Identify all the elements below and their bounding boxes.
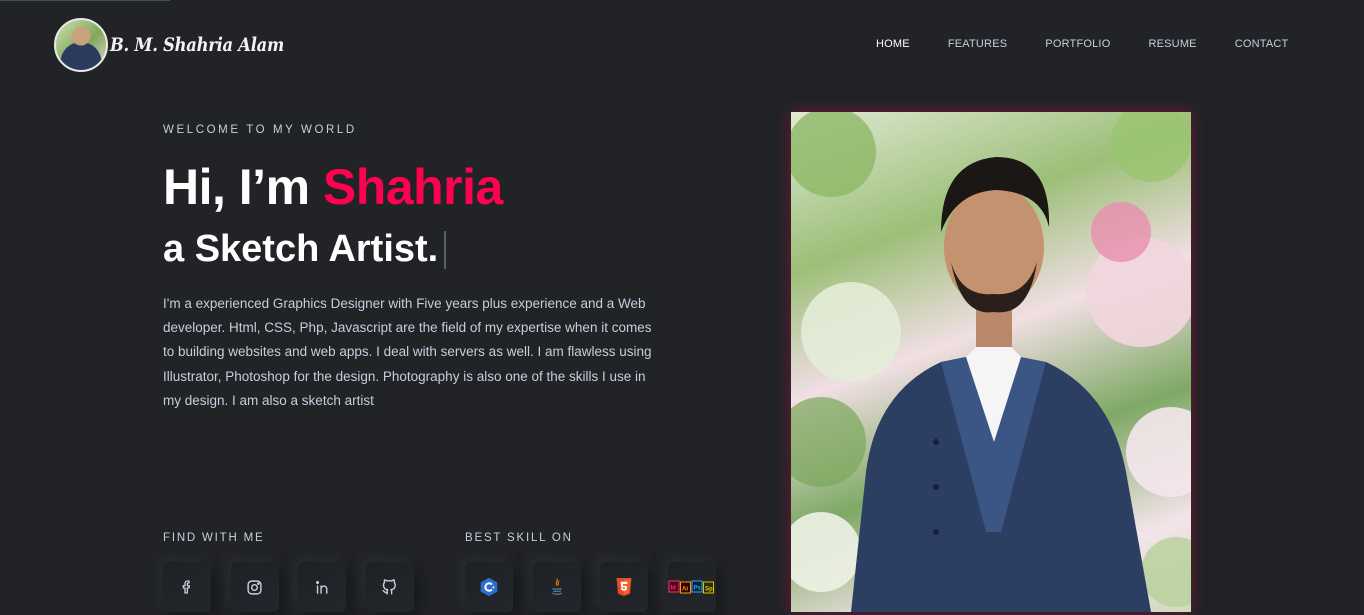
typing-cursor: [444, 230, 447, 269]
adobe-ai-label: Ai: [682, 587, 688, 593]
svg-text:+: +: [492, 585, 495, 591]
skill-icons: + Id Ai Ps Sp: [465, 562, 735, 612]
adobe-sp-label: Sp: [705, 587, 713, 593]
linkedin-button[interactable]: [298, 562, 346, 612]
hero-role: a Sketch Artist.: [163, 228, 447, 271]
instagram-button[interactable]: [230, 562, 279, 612]
best-skill-label: BEST SKILL ON: [465, 532, 573, 544]
adobe-ps-label: Ps: [693, 586, 701, 592]
github-button[interactable]: [365, 562, 414, 612]
nav-portfolio[interactable]: PORTFOLIO: [1045, 38, 1110, 50]
hero-name: Shahria: [322, 159, 503, 215]
facebook-button[interactable]: [163, 562, 211, 612]
linkedin-icon: [315, 580, 327, 594]
nav-home[interactable]: HOME: [876, 38, 910, 50]
instagram-icon: [247, 579, 262, 595]
html5-icon: [616, 578, 632, 596]
welcome-text: WELCOME TO MY WORLD: [163, 124, 357, 136]
java-skill[interactable]: [532, 562, 581, 612]
cpp-skill[interactable]: +: [465, 562, 513, 612]
nav-resume[interactable]: RESUME: [1148, 38, 1196, 50]
logo-text: B. M. Shahria Alam: [110, 34, 285, 56]
site-header: B. M. Shahria Alam HOME FEATURES PORTFOL…: [0, 0, 1364, 90]
adobe-skill[interactable]: Id Ai Ps Sp: [667, 562, 716, 612]
role-text: a Sketch Artist.: [163, 228, 439, 270]
html5-skill[interactable]: [600, 562, 648, 612]
find-with-me-label: FIND WITH ME: [163, 532, 265, 544]
adobe-suite-icon: Id Ai Ps Sp: [668, 580, 714, 594]
hero-description: I'm a experienced Graphics Designer with…: [163, 296, 652, 408]
nav-contact[interactable]: CONTACT: [1235, 38, 1289, 50]
portrait-illustration: [791, 112, 1191, 612]
logo[interactable]: B. M. Shahria Alam: [54, 18, 312, 72]
nav-features[interactable]: FEATURES: [948, 38, 1007, 50]
cpp-icon: +: [480, 577, 498, 597]
avatar: [54, 18, 108, 72]
hero-heading: Hi, I’m Shahria: [163, 158, 503, 216]
social-icons: [163, 562, 433, 612]
adobe-id-label: Id: [670, 586, 676, 592]
greeting: Hi, I’m: [163, 159, 323, 215]
github-icon: [382, 578, 396, 595]
facebook-icon: [182, 580, 190, 594]
java-icon: [551, 578, 562, 595]
profile-photo: [791, 112, 1191, 612]
main-nav: HOME FEATURES PORTFOLIO RESUME CONTACT: [876, 38, 1326, 50]
